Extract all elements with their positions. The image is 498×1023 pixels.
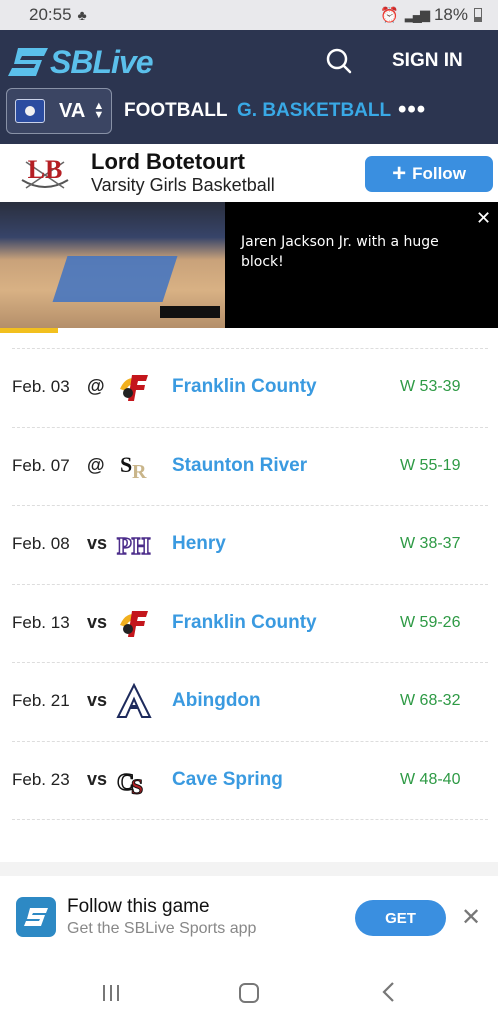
team-bar: LB Lord Botetourt Varsity Girls Basketba…: [0, 144, 498, 202]
franklin-county-logo: [116, 369, 152, 405]
game-row[interactable]: Feb. 21 vs Abingdon W 68-32: [12, 663, 488, 742]
nav-football[interactable]: FOOTBALL: [124, 100, 227, 122]
nav-girls-basketball[interactable]: G. BASKETBALL: [237, 100, 391, 122]
team-name: Lord Botetourt: [91, 149, 245, 174]
app-banner-title: Follow this game: [67, 896, 210, 917]
game-location: @: [87, 454, 105, 475]
recent-apps-icon[interactable]: [101, 984, 121, 1002]
app-banner-subtitle: Get the SBLive Sports app: [67, 920, 257, 937]
sblive-logo-icon: [8, 48, 48, 76]
game-date: Feb. 07: [12, 455, 70, 475]
game-date: Feb. 08: [12, 534, 70, 553]
game-result[interactable]: W 53-39: [400, 378, 460, 396]
battery-level: 18%: [433, 5, 468, 24]
game-row[interactable]: Feb. 08 vs PH Henry W 38-37: [12, 506, 488, 585]
notification-icon: ♣: [77, 7, 87, 23]
video-player[interactable]: Jaren Jackson Jr. with a huge block! ✕: [0, 202, 498, 328]
game-row[interactable]: Feb. 03 @ Franklin County W 53-39: [12, 349, 488, 428]
game-date: Feb. 03: [12, 377, 70, 396]
sblive-logo[interactable]: SBLive: [8, 43, 153, 80]
game-location: vs: [87, 690, 108, 710]
game-row[interactable]: Feb. 07 @ S R Staunton River W 55-19: [12, 428, 488, 506]
status-bar: 20:55 ♣ ⏰ ▂▄▆ 18%: [0, 0, 498, 30]
home-icon[interactable]: [239, 983, 259, 1003]
game-location: vs: [87, 768, 108, 789]
franklin-county-logo: [116, 605, 152, 641]
system-nav-bar: [0, 953, 498, 1023]
game-row[interactable]: Feb. 23 vs C S Cave Spring W 48-40: [12, 742, 488, 820]
opponent-link[interactable]: Franklin County: [172, 612, 317, 634]
opponent-link[interactable]: Cave Spring: [172, 769, 283, 791]
sblive-app-icon[interactable]: [16, 897, 56, 937]
follow-label: Follow: [412, 164, 466, 183]
state-label: VA: [59, 99, 86, 122]
svg-text:S: S: [131, 774, 143, 798]
brand-name: SBLive: [50, 43, 153, 80]
divider: [0, 862, 498, 876]
opponent-link[interactable]: Staunton River: [172, 455, 307, 477]
court-graphic: [52, 256, 178, 302]
staunton-river-logo: SR: [116, 448, 152, 484]
get-app-button[interactable]: GET: [355, 900, 446, 936]
app-promo-banner: Follow this game Get the SBLive Sports a…: [0, 876, 498, 953]
close-banner-icon[interactable]: ✕: [461, 903, 481, 932]
site-header: SBLive SIGN IN VA ▲ ▼ FOOTBALL G. BASKETB…: [0, 30, 498, 144]
game-date: Feb. 21: [12, 691, 70, 710]
abingdon-logo: [116, 682, 152, 719]
updown-chevron-icon: ▲ ▼: [93, 100, 105, 121]
svg-text:S: S: [120, 452, 132, 477]
game-result[interactable]: W 59-26: [400, 614, 460, 632]
video-caption[interactable]: Jaren Jackson Jr. with a huge block!: [241, 232, 461, 272]
state-selector[interactable]: VA ▲ ▼: [6, 88, 112, 134]
svg-text:R: R: [132, 461, 147, 483]
cave-spring-logo: CS: [116, 762, 152, 799]
follow-button[interactable]: + Follow: [365, 156, 493, 192]
video-thumbnail[interactable]: [0, 202, 225, 328]
game-date: Feb. 23: [12, 769, 70, 789]
alarm-icon: ⏰: [380, 7, 399, 24]
game-date: Feb. 13: [12, 612, 70, 632]
status-time: 20:55: [29, 5, 72, 24]
game-location: @: [87, 376, 105, 396]
game-result[interactable]: W 48-40: [400, 771, 460, 789]
search-icon: [326, 48, 352, 74]
score-bug: [160, 306, 220, 318]
henry-logo: PH: [116, 526, 152, 562]
game-result[interactable]: W 55-19: [400, 457, 460, 475]
svg-text:LB: LB: [28, 155, 63, 184]
opponent-link[interactable]: Abingdon: [172, 690, 261, 712]
lord-botetourt-logo: LB: [16, 150, 74, 196]
close-icon[interactable]: ✕: [476, 208, 491, 229]
svg-text:PH: PH: [117, 534, 151, 560]
opponent-link[interactable]: Franklin County: [172, 376, 317, 398]
game-result[interactable]: W 68-32: [400, 692, 460, 710]
battery-icon: [474, 8, 482, 22]
game-row[interactable]: Feb. 13 vs Franklin County W 59-26: [12, 585, 488, 663]
nav-more-button[interactable]: •••: [398, 96, 426, 124]
opponent-link[interactable]: Henry: [172, 533, 226, 555]
plus-icon: +: [392, 160, 407, 187]
back-icon[interactable]: [381, 981, 397, 1003]
signal-icon: ▂▄▆: [404, 7, 430, 22]
search-button[interactable]: [324, 46, 354, 76]
schedule-list: Feb. 03 @ Franklin County W 53-39 Feb. 07 @ S R…: [12, 348, 488, 820]
game-location: vs: [87, 611, 108, 632]
game-result[interactable]: W 38-37: [400, 535, 460, 553]
team-subtitle: Varsity Girls Basketball: [91, 175, 275, 195]
video-progress-bar: [0, 328, 58, 333]
sign-in-link[interactable]: SIGN IN: [392, 50, 463, 72]
virginia-flag-icon: [15, 99, 45, 123]
game-location: vs: [87, 533, 108, 553]
